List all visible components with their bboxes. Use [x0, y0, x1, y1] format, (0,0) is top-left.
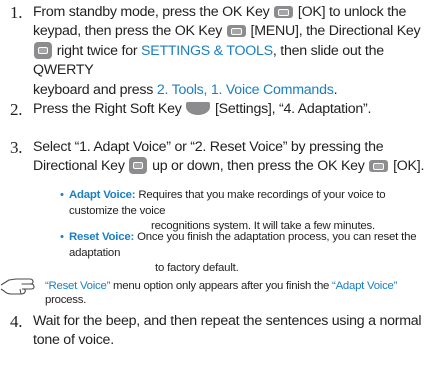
directional-key-icon: [34, 41, 52, 59]
bullet-term: Adapt Voice:: [69, 189, 136, 201]
note-hand-icon: [0, 278, 35, 295]
right-soft-key-icon: [186, 102, 211, 115]
bullet-term: Reset Voice:: [69, 231, 135, 243]
step-text: From standby mode, press the OK Key [OK]…: [33, 4, 421, 98]
step-number: 3.: [10, 138, 23, 157]
ok-key-icon: [226, 25, 246, 38]
step-text: Wait for the beep, and then repeat the s…: [33, 313, 422, 349]
ok-key-icon: [274, 6, 294, 18]
note-text: “Reset Voice” menu option only appears a…: [45, 280, 398, 306]
directional-key-icon: [129, 157, 148, 175]
bullet-dot: •: [60, 231, 64, 243]
bullet-dot: •: [60, 189, 64, 201]
menu-path-settings-tools: SETTINGS & TOOLS: [141, 42, 273, 59]
step-number: 1.: [10, 3, 23, 22]
ok-key-icon: [369, 160, 389, 173]
menu-path-voice-commands: 2. Tools, 1. Voice Commands: [156, 81, 334, 98]
step-number: 4.: [10, 312, 23, 331]
step-text: Select “1. Adapt Voice” or “2. Reset Voi…: [33, 139, 425, 175]
note: “Reset Voice” menu option only appears a…: [0, 276, 428, 306]
step-text: Press the Right Soft Key [Settings], “4.…: [33, 101, 372, 117]
step-number: 2.: [10, 100, 23, 119]
